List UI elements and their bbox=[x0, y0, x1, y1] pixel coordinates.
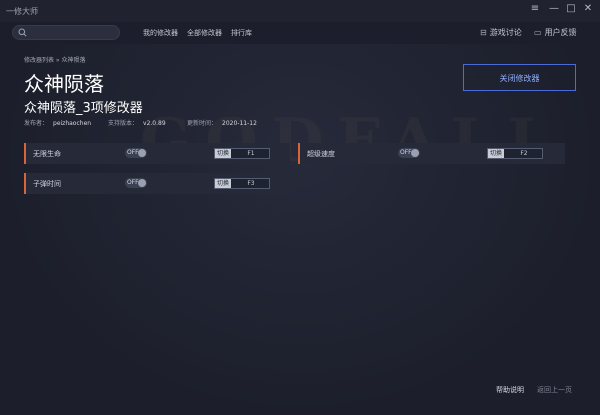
nav-ranking[interactable]: 排行库 bbox=[231, 28, 252, 38]
back-link[interactable]: 返回上一页 bbox=[537, 385, 572, 395]
toggle-knob bbox=[138, 179, 146, 187]
search-input[interactable] bbox=[31, 27, 115, 38]
meta-publisher-label: 发布者： bbox=[24, 120, 49, 127]
cheat-name: 无限生命 bbox=[33, 150, 61, 158]
breadcrumb[interactable]: 修改器列表 » 众神陨落 bbox=[24, 55, 86, 64]
meta-updated-value: 2020-11-12 bbox=[222, 120, 257, 127]
nav-my-trainers[interactable]: 我的修改器 bbox=[143, 28, 178, 38]
cheat-row-bullet-time: 子弹时间 OFF 切换 F3 bbox=[24, 173, 290, 194]
feedback-icon: ▭ bbox=[534, 28, 542, 37]
user-feedback-label: 用户反馈 bbox=[544, 28, 577, 37]
close-trainer-button[interactable]: 关闭修改器 bbox=[463, 64, 576, 91]
cheat-toggle[interactable]: OFF bbox=[125, 148, 147, 158]
cheat-row-infinite-health: 无限生命 OFF 切换 F1 bbox=[24, 143, 290, 164]
main-content: GODFALL 修改器列表 » 众神陨落 众神陨落 众神陨落_3项修改器 发布者… bbox=[0, 44, 600, 415]
header-bar: 我的修改器 全部修改器 排行库 ⊟ 游戏讨论 ▭ 用户反馈 bbox=[0, 22, 600, 44]
game-discussion-link[interactable]: ⊟ 游戏讨论 bbox=[480, 27, 522, 38]
user-feedback-link[interactable]: ▭ 用户反馈 bbox=[534, 27, 577, 38]
hotkey-modifier: 切换 bbox=[215, 179, 232, 188]
hotkey-key: F2 bbox=[520, 150, 528, 157]
hotkey-field[interactable]: 切换 F2 bbox=[487, 148, 543, 159]
cheat-name: 超级速度 bbox=[307, 150, 335, 158]
cheat-row-super-speed: 超级速度 OFF 切换 F2 bbox=[298, 143, 565, 164]
search-icon bbox=[18, 28, 27, 37]
hotkey-field[interactable]: 切换 F1 bbox=[214, 148, 270, 159]
page-title: 众神陨落 bbox=[24, 72, 104, 96]
meta-version-value: v2.0.89 bbox=[143, 120, 166, 127]
cheat-toggle[interactable]: OFF bbox=[398, 148, 420, 158]
minimize-icon[interactable]: — bbox=[547, 3, 561, 14]
nav-all-trainers[interactable]: 全部修改器 bbox=[187, 28, 222, 38]
watermark: GODFALL bbox=[140, 106, 564, 176]
toggle-state: OFF bbox=[127, 179, 139, 186]
cheat-name: 子弹时间 bbox=[33, 180, 61, 188]
menu-icon[interactable]: ≡ bbox=[528, 3, 542, 14]
toggle-knob bbox=[138, 149, 146, 157]
toggle-state: OFF bbox=[127, 149, 139, 156]
hotkey-field[interactable]: 切换 F3 bbox=[214, 178, 270, 189]
meta-updated-label: 更新时间： bbox=[187, 120, 218, 127]
chat-icon: ⊟ bbox=[480, 28, 487, 37]
toggle-knob bbox=[411, 149, 419, 157]
meta-updated: 更新时间： 2020-11-12 bbox=[187, 118, 257, 127]
trainer-title: 众神陨落_3项修改器 bbox=[24, 101, 143, 116]
hotkey-key: F1 bbox=[247, 150, 255, 157]
game-discussion-label: 游戏讨论 bbox=[489, 28, 522, 37]
toggle-state: OFF bbox=[400, 149, 412, 156]
hotkey-modifier: 切换 bbox=[215, 149, 232, 158]
help-link[interactable]: 帮助说明 bbox=[496, 385, 524, 395]
hotkey-modifier: 切换 bbox=[488, 149, 505, 158]
cheat-toggle[interactable]: OFF bbox=[125, 178, 147, 188]
title-bar: 一修大师 ≡ — □ ✕ bbox=[0, 0, 600, 22]
meta-version: 支持版本： v2.0.89 bbox=[108, 118, 166, 127]
meta-version-label: 支持版本： bbox=[108, 120, 139, 127]
close-icon[interactable]: ✕ bbox=[581, 3, 595, 14]
meta-publisher-value: peizhaochen bbox=[53, 120, 92, 127]
maximize-icon[interactable]: □ bbox=[564, 3, 578, 14]
meta-publisher: 发布者： peizhaochen bbox=[24, 118, 91, 127]
app-title: 一修大师 bbox=[6, 7, 38, 16]
search-box[interactable] bbox=[12, 25, 120, 40]
hotkey-key: F3 bbox=[247, 180, 255, 187]
